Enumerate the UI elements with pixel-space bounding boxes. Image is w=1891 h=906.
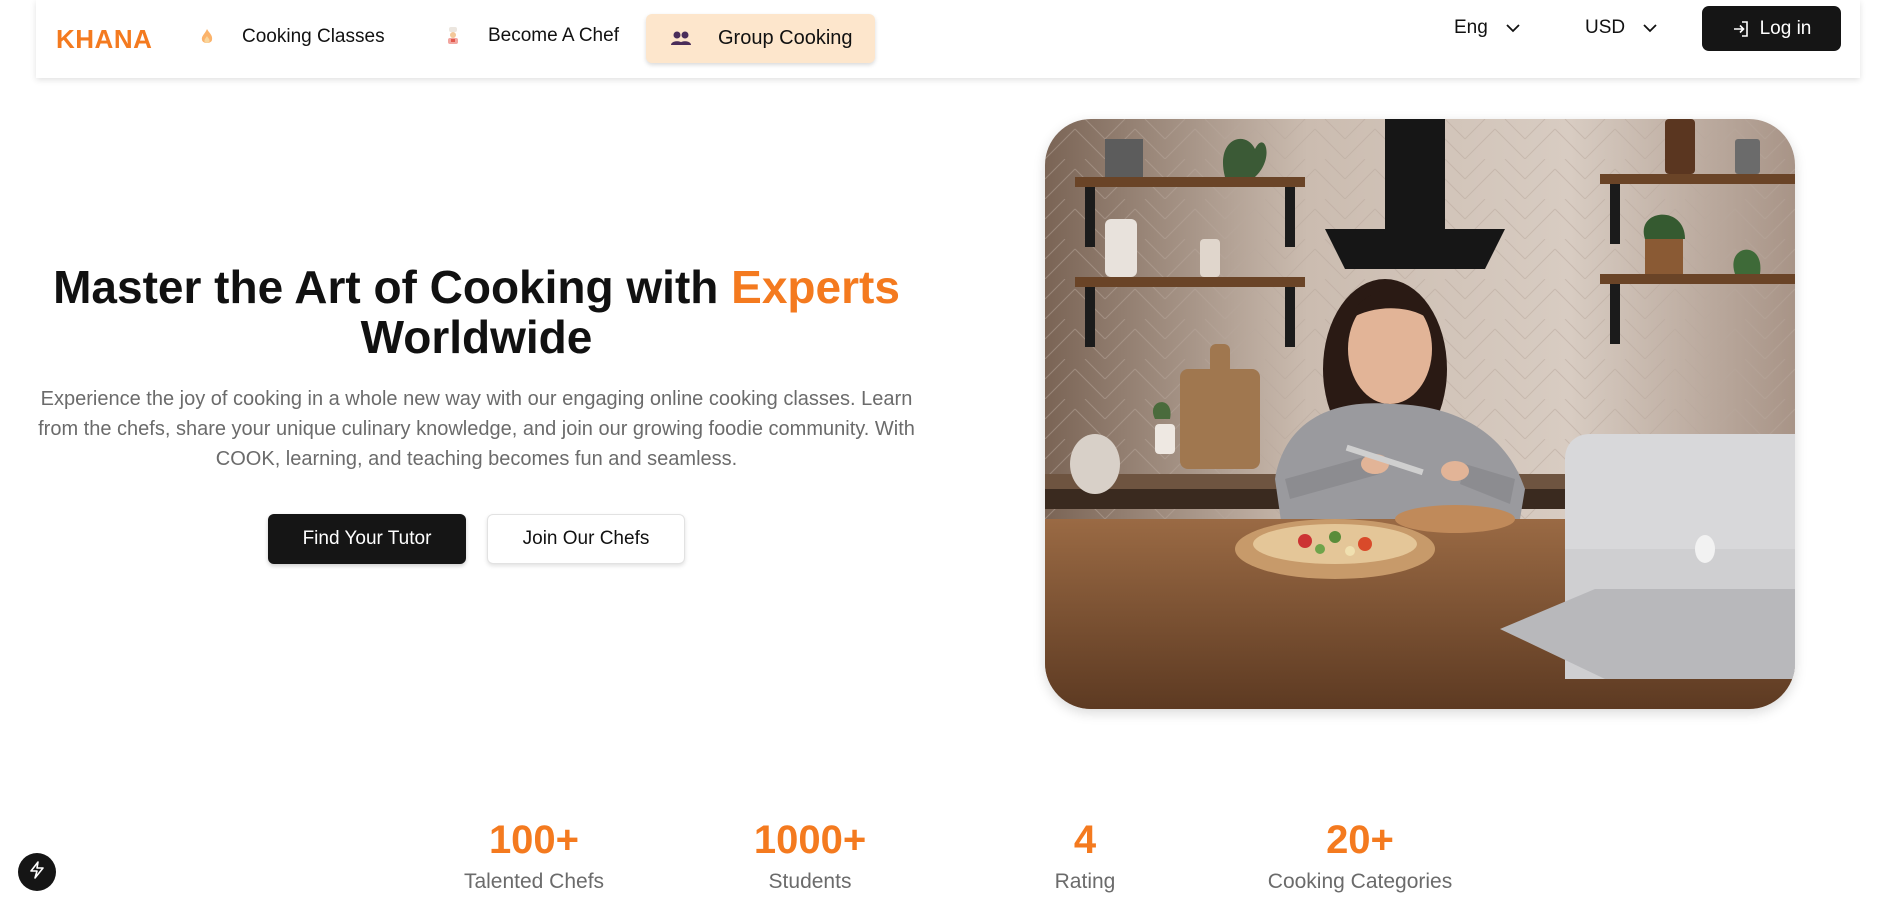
login-label: Log in: [1759, 17, 1812, 39]
stat-talented-chefs: 100+ Talented Chefs: [414, 818, 654, 894]
stat-label: Students: [768, 870, 852, 893]
stat-rating: 4 Rating: [965, 818, 1205, 894]
stat-value: 20+: [1326, 818, 1394, 862]
flame-icon: [196, 26, 218, 48]
language-select[interactable]: Eng: [1454, 17, 1520, 39]
stat-value: 100+: [488, 818, 580, 862]
stat-cooking-categories: 20+ Cooking Categories: [1240, 818, 1480, 894]
currency-value: USD: [1585, 17, 1626, 38]
stat-label: Talented Chefs: [463, 870, 605, 893]
login-icon: [1732, 20, 1750, 38]
find-your-tutor-button[interactable]: Find Your Tutor: [268, 514, 466, 564]
hero-description: Experience the joy of cooking in a whole…: [38, 388, 915, 470]
join-our-chefs-button[interactable]: Join Our Chefs: [487, 514, 685, 564]
stat-label: Cooking Categories: [1267, 870, 1453, 893]
floating-action-button[interactable]: [18, 853, 56, 891]
lightning-icon: [29, 860, 45, 884]
nav-item-cooking-classes[interactable]: Cooking Classes: [196, 26, 385, 48]
language-value: Eng: [1454, 17, 1488, 38]
nav-item-label: Group Cooking: [718, 27, 853, 49]
stat-label: Rating: [1054, 870, 1116, 893]
nav-item-label: Cooking Classes: [242, 26, 385, 47]
nav-item-group-cooking[interactable]: Group Cooking: [646, 14, 875, 63]
currency-select[interactable]: USD: [1585, 17, 1657, 39]
group-icon: [670, 28, 692, 50]
chef-icon: [442, 25, 464, 47]
hero-title-main: Master the Art of Cooking with: [53, 261, 732, 313]
navbar: KHANA Cooking Classes Become A Chef Grou…: [36, 0, 1860, 78]
chevron-down-icon: [1643, 23, 1657, 33]
nav-item-label: Become A Chef: [488, 25, 619, 46]
login-button[interactable]: Log in: [1702, 6, 1841, 51]
hero-image: [1045, 119, 1795, 709]
stat-value: 4: [1073, 818, 1097, 862]
stat-students: 1000+ Students: [690, 818, 930, 894]
chevron-down-icon: [1506, 23, 1520, 33]
hero-title-end: Worldwide: [360, 311, 593, 363]
brand-logo[interactable]: KHANA: [56, 24, 152, 55]
stat-value: 1000+: [753, 818, 867, 862]
hero-title-accent: Experts: [731, 261, 900, 313]
nav-item-become-a-chef[interactable]: Become A Chef: [442, 25, 619, 47]
hero-title: Master the Art of Cooking with Experts W…: [30, 262, 923, 362]
